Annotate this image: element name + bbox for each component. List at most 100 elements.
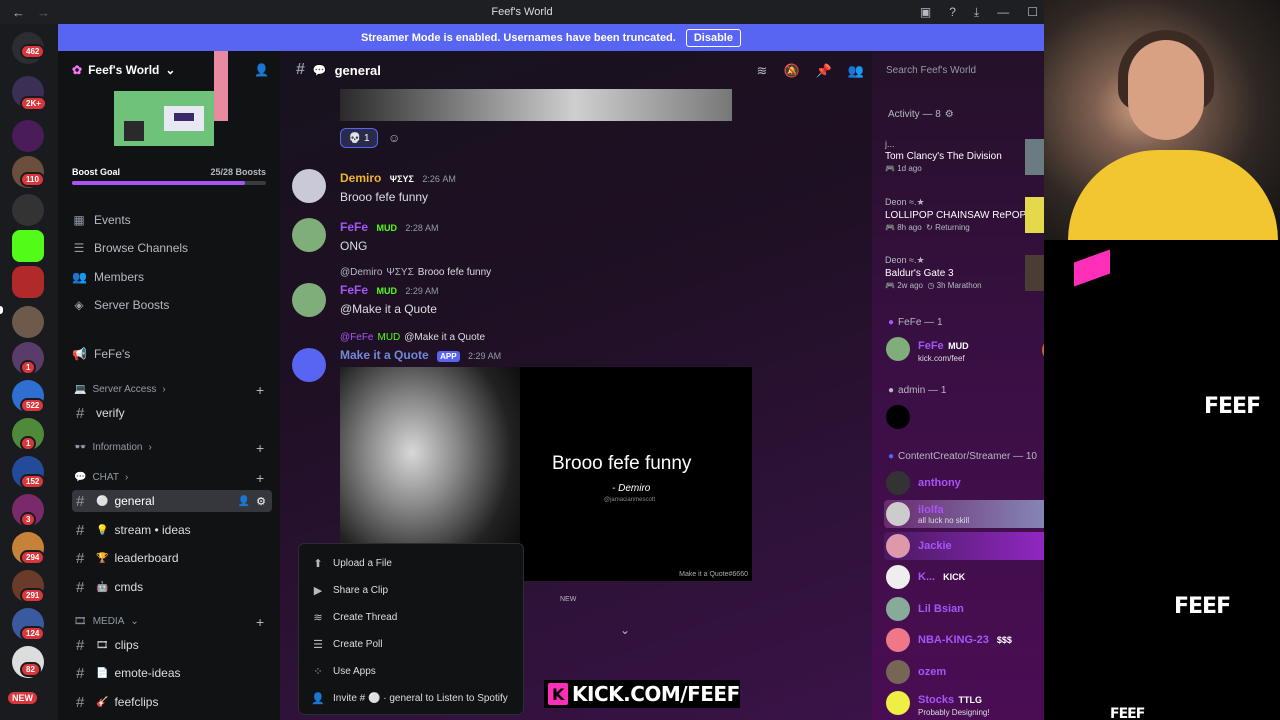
- member-k[interactable]: K... KICK: [884, 563, 1044, 591]
- channel-feefclips[interactable]: # 🎸 feefclips: [72, 691, 272, 713]
- gear-icon[interactable]: ⚙: [945, 109, 954, 120]
- nav-members[interactable]: 👥 Members: [72, 270, 144, 284]
- new-badge[interactable]: NEW: [6, 690, 39, 706]
- category-chat[interactable]: 💬 CHAT › +: [74, 470, 264, 486]
- thread-icon: ≋: [313, 611, 323, 624]
- server-badge: 110: [20, 172, 45, 187]
- activity-item[interactable]: j... Tom Clancy's The Division 🎮 1d ago: [885, 139, 1044, 175]
- member-lil-bsian[interactable]: Lil Bsian: [884, 595, 1044, 623]
- gear-icon[interactable]: ⚙: [256, 495, 266, 508]
- page-icon: 📄: [96, 667, 109, 679]
- reply-preview[interactable]: @Demiro ΨΣΥΣ Brooo fefe funny: [340, 267, 852, 278]
- username[interactable]: Demiro: [340, 171, 381, 185]
- nav-events[interactable]: ▦ Events: [72, 213, 130, 227]
- inbox-icon[interactable]: ▣: [920, 5, 931, 19]
- avatar: [886, 405, 910, 429]
- invite-icon[interactable]: 👤: [238, 496, 250, 507]
- reply-preview[interactable]: @FeFe MUD @Make it a Quote: [340, 332, 852, 343]
- menu-upload-file[interactable]: ⬆ Upload a File: [311, 552, 515, 574]
- server-header[interactable]: ✿ Feef's World ⌄: [72, 63, 175, 77]
- username[interactable]: FeFe: [340, 220, 368, 234]
- category-media[interactable]: 🎞 MEDIA ⌄ +: [74, 614, 264, 630]
- channel-leaderboard[interactable]: # 🏆 leaderboard: [72, 547, 272, 569]
- channel-clips[interactable]: # 🎞 clips: [72, 634, 272, 656]
- activity-item[interactable]: Deon ≈.★ LOLLIPOP CHAINSAW RePOP 🎮 8h ag…: [885, 197, 1044, 233]
- quote-author: - Demiro: [612, 483, 651, 494]
- add-channel-icon[interactable]: +: [256, 470, 264, 486]
- member-nba-king[interactable]: NBA-KING-23 $$$: [884, 626, 1044, 654]
- message-demiro: Demiro ΨΣΥΣ 2:26 AM Brooo fefe funny: [292, 169, 852, 204]
- download-icon[interactable]: ⤓: [974, 5, 979, 20]
- help-icon[interactable]: ?: [949, 5, 956, 19]
- chevron-down-icon[interactable]: ⌄: [620, 623, 630, 637]
- search-input[interactable]: Search Feef's World: [882, 61, 1040, 81]
- category-information[interactable]: 👓 Information › +: [74, 440, 264, 456]
- mute-bell-icon[interactable]: 🔕: [783, 63, 799, 79]
- member-admin[interactable]: [884, 403, 1044, 431]
- avatar[interactable]: [292, 283, 326, 317]
- server-icon[interactable]: [12, 306, 44, 338]
- game-cover: [1025, 139, 1044, 175]
- menu-share-clip[interactable]: ▶ Share a Clip: [311, 579, 515, 601]
- activity-game: Tom Clancy's The Division: [885, 151, 1002, 162]
- nav-browse-channels[interactable]: ☰ Browse Channels: [72, 241, 188, 255]
- timestamp: 2:29 AM: [468, 351, 502, 361]
- pin-icon[interactable]: 📌: [816, 63, 832, 79]
- server-icon[interactable]: [12, 194, 44, 226]
- minimize-icon[interactable]: —: [997, 5, 1009, 19]
- add-channel-icon[interactable]: +: [256, 382, 264, 398]
- channel-general[interactable]: # ⚪ general 👤 ⚙: [72, 490, 272, 512]
- fefes-channel[interactable]: 📢 FeFe's: [72, 347, 130, 361]
- nav-server-boosts[interactable]: ◈ Server Boosts: [72, 298, 169, 312]
- menu-invite-spotify[interactable]: 👤 Invite # ⚪ · general to Listen to Spoti…: [311, 687, 515, 709]
- member-fefe[interactable]: FeFe MUD kick.com/feef: [884, 335, 1044, 363]
- server-icon[interactable]: [12, 120, 44, 152]
- kick-logo-icon: K: [548, 683, 568, 705]
- menu-use-apps[interactable]: ⁘ Use Apps: [311, 660, 515, 682]
- activity-item[interactable]: Deon ≈.★ Baldur's Gate 3 🎮 2w ago ◷ 3h M…: [885, 255, 1044, 291]
- avatar[interactable]: [292, 348, 326, 382]
- clip-icon: ▶: [313, 584, 323, 597]
- avatar: [886, 660, 910, 684]
- channel-verify[interactable]: # verify: [72, 402, 272, 424]
- add-member-icon[interactable]: 👤: [254, 63, 269, 77]
- member-ozem[interactable]: ozem: [884, 658, 1044, 686]
- username[interactable]: FeFe: [340, 283, 368, 297]
- threads-icon[interactable]: ≋: [757, 63, 768, 79]
- robot-icon: 🤖: [96, 581, 109, 593]
- channel-emote-ideas[interactable]: # 📄 emote-ideas: [72, 662, 272, 684]
- member-stocks[interactable]: Stocks TTLG Probably Designing!: [884, 689, 1044, 717]
- user-tag: MUD: [376, 286, 397, 296]
- category-server-access[interactable]: 💻 Server Access › +: [74, 382, 264, 398]
- channel-cmds[interactable]: # 🤖 cmds: [72, 576, 272, 598]
- avatar[interactable]: [292, 218, 326, 252]
- boost-goal[interactable]: Boost Goal 25/28 Boosts: [72, 167, 266, 177]
- server-icon: ✿: [72, 63, 83, 77]
- maximize-icon[interactable]: ☐: [1027, 5, 1038, 19]
- member-anthony[interactable]: anthony: [884, 469, 1044, 497]
- avatar: [886, 534, 910, 558]
- activity-user: Deon ≈.★: [885, 255, 925, 265]
- image-attachment-fragment[interactable]: [340, 89, 732, 121]
- role-icon: ●: [888, 451, 895, 462]
- add-reaction-icon[interactable]: ☺: [388, 131, 400, 145]
- window-title: Feef's World: [491, 6, 553, 18]
- skull-reaction[interactable]: 💀 1: [340, 128, 378, 148]
- member-jackie[interactable]: Jackie: [884, 532, 1044, 560]
- guitar-icon: 🎸: [96, 696, 109, 708]
- member-list-icon[interactable]: 👥: [848, 63, 864, 79]
- server-icon[interactable]: [12, 266, 44, 298]
- avatar[interactable]: [292, 169, 326, 203]
- username[interactable]: Make it a Quote: [340, 348, 429, 362]
- channel-stream-ideas[interactable]: # 💡 stream • ideas: [72, 519, 272, 541]
- avatar: [886, 502, 910, 526]
- kick-server-icon[interactable]: [12, 230, 44, 262]
- add-channel-icon[interactable]: +: [256, 614, 264, 630]
- member-ilolfa[interactable]: ilolfa all luck no skill: [884, 500, 1044, 528]
- disable-button[interactable]: Disable: [685, 28, 741, 47]
- reaction-count: 1: [363, 132, 370, 144]
- menu-create-poll[interactable]: ☰ Create Poll: [311, 633, 515, 655]
- add-channel-icon[interactable]: +: [256, 440, 264, 456]
- activity-game: LOLLIPOP CHAINSAW RePOP: [885, 210, 1027, 221]
- menu-create-thread[interactable]: ≋ Create Thread: [311, 606, 515, 628]
